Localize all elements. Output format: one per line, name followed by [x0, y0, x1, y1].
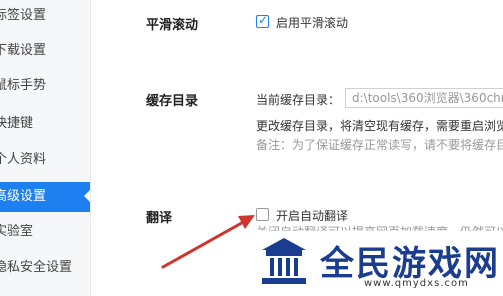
watermark: 全民游戏网 www.qmydxs.com [252, 232, 503, 296]
watermark-logo-icon [262, 238, 306, 284]
watermark-url: www.qmydxs.com [364, 278, 469, 289]
